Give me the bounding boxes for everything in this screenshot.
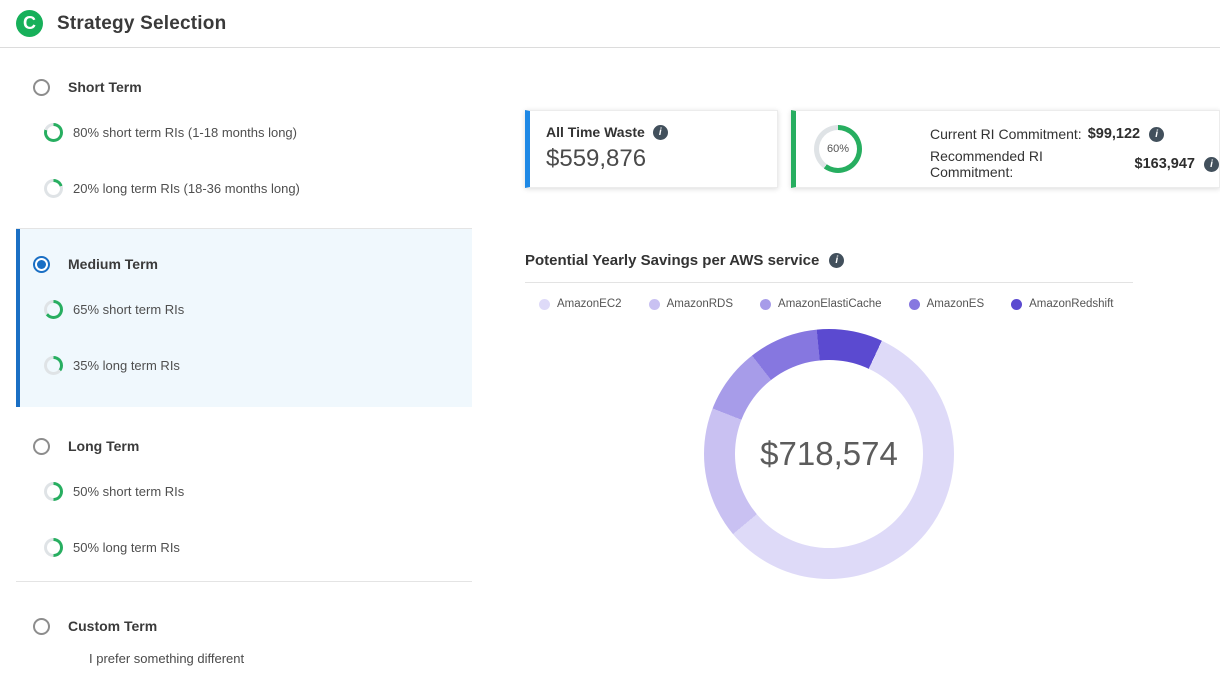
sub-item-label: 50% long term RIs <box>73 540 180 555</box>
legend-item-amazones[interactable]: AmazonES <box>909 298 985 310</box>
strategy-label: Short Term <box>68 79 142 95</box>
strategy-head[interactable]: Medium Term <box>20 247 472 281</box>
strategy-list: Short Term 80% short term RIs (1-18 mont… <box>0 48 472 666</box>
legend-dot <box>649 299 660 310</box>
legend-dot <box>760 299 771 310</box>
strategy-option-short-term[interactable]: Short Term 80% short term RIs (1-18 mont… <box>16 70 472 228</box>
all-time-waste-card: All Time Waste i $559,876 <box>525 110 778 188</box>
page-title: Strategy Selection <box>57 13 226 35</box>
sub-item-label: 35% long term RIs <box>73 358 180 373</box>
waste-card-title: All Time Waste <box>546 124 645 140</box>
progress-ring <box>44 300 63 319</box>
strategy-label: Long Term <box>68 438 139 454</box>
savings-donut-chart[interactable]: $718,574 <box>704 329 954 579</box>
legend-item-amazonec2[interactable]: AmazonEC2 <box>539 298 622 310</box>
progress-ring <box>44 123 63 142</box>
strategy-option-custom-term[interactable]: Custom Term I prefer something different <box>16 582 472 666</box>
chart-title: Potential Yearly Savings per AWS service <box>525 252 819 269</box>
radio-custom-term[interactable] <box>33 618 50 635</box>
sub-item-label: 65% short term RIs <box>73 302 184 317</box>
donut-total-value: $718,574 <box>704 329 954 579</box>
strategy-sub-item: 50% short term RIs <box>20 463 472 519</box>
sub-item-label: 20% long term RIs (18-36 months long) <box>73 181 300 196</box>
progress-ring <box>44 482 63 501</box>
strategy-head[interactable]: Short Term <box>20 70 472 104</box>
strategy-sub-item: 65% short term RIs <box>20 281 472 337</box>
legend-item-amazonelasticache[interactable]: AmazonElastiCache <box>760 298 882 310</box>
legend-dot <box>909 299 920 310</box>
strategy-head[interactable]: Long Term <box>20 429 472 463</box>
info-icon[interactable]: i <box>653 125 668 140</box>
recommended-commitment-label: Recommended RI Commitment: <box>930 148 1129 180</box>
strategy-label: Custom Term <box>68 618 157 634</box>
radio-long-term[interactable] <box>33 438 50 455</box>
current-commitment-label: Current RI Commitment: <box>930 126 1082 142</box>
current-commitment-value: $99,122 <box>1088 126 1140 142</box>
progress-ring <box>44 538 63 557</box>
main-content: Short Term 80% short term RIs (1-18 mont… <box>0 48 1220 666</box>
recommended-commitment-row: Recommended RI Commitment: $163,947 i <box>930 149 1219 179</box>
strategy-head[interactable]: Custom Term <box>20 609 472 643</box>
savings-chart-section: Potential Yearly Savings per AWS service… <box>525 252 1133 579</box>
strategy-sub-item: 80% short term RIs (1-18 months long) <box>20 104 472 160</box>
strategy-label: Medium Term <box>68 256 158 272</box>
progress-ring <box>44 356 63 375</box>
legend-item-amazonredshift[interactable]: AmazonRedshift <box>1011 298 1113 310</box>
app-header: C Strategy Selection <box>0 0 1220 48</box>
ri-commitment-card: 60% Current RI Commitment: $99,122 i Rec… <box>791 110 1220 188</box>
sub-item-label: 80% short term RIs (1-18 months long) <box>73 125 297 140</box>
strategy-sub-item: 35% long term RIs <box>20 337 472 393</box>
progress-ring <box>44 179 63 198</box>
strategy-sub-item: 50% long term RIs <box>20 519 472 575</box>
strategy-sub-item: 20% long term RIs (18-36 months long) <box>20 160 472 216</box>
commitment-gauge: 60% <box>814 125 862 173</box>
custom-term-description: I prefer something different <box>89 651 472 666</box>
info-icon[interactable]: i <box>1204 157 1219 172</box>
recommended-commitment-value: $163,947 <box>1135 156 1195 172</box>
summary-panel: All Time Waste i $559,876 60% Current RI… <box>472 48 1220 666</box>
info-icon[interactable]: i <box>829 253 844 268</box>
info-icon[interactable]: i <box>1149 127 1164 142</box>
legend-dot <box>1011 299 1022 310</box>
sub-item-label: 50% short term RIs <box>73 484 184 499</box>
summary-cards: All Time Waste i $559,876 60% Current RI… <box>525 110 1220 188</box>
strategy-option-medium-term[interactable]: Medium Term 65% short term RIs 35% long … <box>16 229 472 407</box>
app-logo: C <box>16 10 43 37</box>
gauge-percent-label: 60% <box>814 125 862 173</box>
legend-item-amazonrds[interactable]: AmazonRDS <box>649 298 733 310</box>
radio-medium-term[interactable] <box>33 256 50 273</box>
current-commitment-row: Current RI Commitment: $99,122 i <box>930 119 1219 149</box>
strategy-option-long-term[interactable]: Long Term 50% short term RIs 50% long te… <box>16 407 472 581</box>
chart-legend: AmazonEC2 AmazonRDS AmazonElastiCache Am… <box>525 298 1133 310</box>
waste-card-value: $559,876 <box>546 145 761 173</box>
radio-short-term[interactable] <box>33 79 50 96</box>
legend-dot <box>539 299 550 310</box>
